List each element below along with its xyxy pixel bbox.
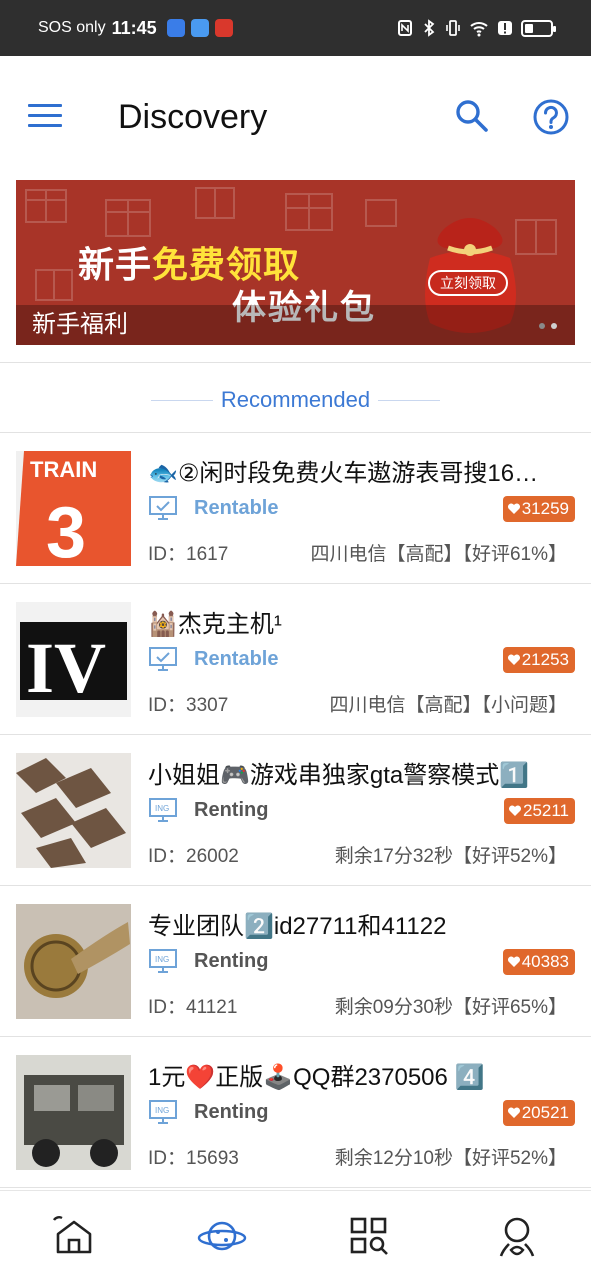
vibrate-icon bbox=[446, 20, 460, 36]
item-title: 🐟②闲时段免费火车遨游表哥搜16… bbox=[148, 460, 539, 487]
recommended-header: Recommended bbox=[0, 370, 591, 430]
page-title: Discovery bbox=[118, 98, 268, 136]
monitor-check-icon bbox=[149, 496, 177, 520]
item-title: 🕍杰克主机¹ bbox=[148, 611, 282, 638]
heart-icon bbox=[507, 654, 520, 665]
like-badge: 40383 bbox=[502, 949, 575, 975]
like-count: 31259 bbox=[521, 499, 569, 518]
promo-banner[interactable]: 新手免费领取 体验礼包 立刻领取 新手福利 bbox=[16, 180, 575, 345]
nav-home[interactable] bbox=[44, 1206, 104, 1266]
item-id: ID：1617 bbox=[148, 544, 229, 565]
item-title: 小姐姐🎮游戏串独家gta警察模式1️⃣ bbox=[148, 762, 530, 789]
status-bar: SOS only 11:45 bbox=[0, 0, 591, 56]
wifi-icon bbox=[470, 22, 488, 37]
grid-search-icon bbox=[351, 1217, 389, 1255]
status-label: Renting bbox=[194, 1101, 269, 1123]
host-list: TRAIN 3 🐟②闲时段免费火车遨游表哥搜16… Rentable 31259… bbox=[0, 433, 591, 1188]
nav-profile[interactable] bbox=[487, 1206, 547, 1266]
recommended-label: Recommended bbox=[220, 387, 371, 412]
banner-caption: 新手福利 bbox=[32, 311, 128, 338]
item-info: 剩余09分30秒【好评65%】 bbox=[334, 997, 567, 1018]
like-badge: 31259 bbox=[502, 496, 575, 522]
like-count: 21253 bbox=[521, 650, 569, 669]
thumbnail-truck bbox=[16, 1055, 131, 1170]
monitor-ing-icon: ING bbox=[149, 949, 177, 973]
like-count: 40383 bbox=[521, 952, 569, 971]
list-item[interactable]: 专业团队2️⃣id27711和41122 ING Renting 40383 I… bbox=[0, 886, 591, 1037]
carrier-text: SOS only bbox=[38, 19, 106, 36]
carousel-indicator bbox=[539, 323, 557, 329]
monitor-ing-icon: ING bbox=[149, 798, 177, 822]
home-icon bbox=[52, 1215, 92, 1253]
banner-prefix: 新手 bbox=[78, 244, 153, 285]
like-badge: 20521 bbox=[502, 1100, 575, 1126]
monitor-ing-icon: ING bbox=[149, 1100, 177, 1124]
nav-scan[interactable] bbox=[339, 1206, 399, 1266]
heart-icon bbox=[507, 956, 520, 967]
like-count: 20521 bbox=[521, 1103, 569, 1122]
planet-icon bbox=[197, 1221, 246, 1250]
list-item[interactable]: 1元❤️正版🕹️QQ群2370506 4️⃣ ING Renting 20521… bbox=[0, 1037, 591, 1188]
nfc-icon bbox=[398, 20, 412, 36]
item-title: 1元❤️正版🕹️QQ群2370506 4️⃣ bbox=[148, 1064, 485, 1091]
menu-icon bbox=[28, 104, 62, 107]
like-badge: 21253 bbox=[502, 647, 575, 673]
heart-icon bbox=[507, 1107, 520, 1118]
menu-button[interactable] bbox=[28, 104, 62, 132]
svg-text:ING: ING bbox=[155, 955, 169, 964]
app-bar: Discovery bbox=[0, 56, 591, 180]
list-item[interactable]: 小姐姐🎮游戏串独家gta警察模式1️⃣ ING Renting 25211 ID… bbox=[0, 735, 591, 886]
carousel-dot-active bbox=[539, 323, 545, 329]
banner-highlight: 免费领取 bbox=[152, 244, 301, 285]
item-id: ID：41121 bbox=[148, 997, 238, 1018]
thumbnail-gta-iv: IV bbox=[16, 602, 131, 717]
list-item[interactable]: TRAIN 3 🐟②闲时段免费火车遨游表哥搜16… Rentable 31259… bbox=[0, 433, 591, 584]
user-hands-icon bbox=[499, 1217, 535, 1256]
list-item[interactable]: IV 🕍杰克主机¹ Rentable 21253 ID：3307 四川电信【高配… bbox=[0, 584, 591, 735]
bluetooth-icon bbox=[424, 19, 435, 37]
svg-text:ING: ING bbox=[155, 1106, 169, 1115]
item-title: 专业团队2️⃣id27711和41122 bbox=[148, 913, 447, 940]
status-label: Renting bbox=[194, 950, 269, 972]
heart-icon bbox=[508, 805, 521, 816]
item-info: 剩余17分32秒【好评52%】 bbox=[334, 846, 567, 867]
help-icon[interactable] bbox=[532, 98, 570, 136]
thumbnail-coin-horn bbox=[16, 904, 131, 1019]
divider bbox=[0, 362, 591, 363]
thumbnail-texture bbox=[16, 753, 131, 868]
svg-text:IV: IV bbox=[26, 628, 106, 708]
item-info: 剩余12分10秒【好评52%】 bbox=[334, 1148, 567, 1169]
nav-discovery[interactable] bbox=[192, 1206, 252, 1266]
clock: 11:45 bbox=[111, 17, 157, 38]
status-label: Rentable bbox=[194, 648, 279, 670]
item-id: ID：3307 bbox=[148, 695, 229, 716]
svg-text:TRAIN: TRAIN bbox=[30, 457, 97, 482]
item-info: 四川电信【高配】【小问题】 bbox=[329, 695, 567, 716]
status-label: Renting bbox=[194, 799, 269, 821]
claim-button[interactable]: 立刻领取 bbox=[428, 270, 508, 296]
monitor-check-icon bbox=[149, 647, 177, 671]
battery-icon bbox=[521, 19, 556, 37]
shield-app-icon bbox=[166, 19, 185, 37]
mail-app-icon bbox=[190, 19, 209, 37]
like-count: 25211 bbox=[522, 801, 569, 820]
search-icon[interactable] bbox=[454, 98, 490, 134]
item-info: 四川电信【高配】【好评61%】 bbox=[310, 544, 567, 565]
item-id: ID：26002 bbox=[148, 846, 239, 867]
status-label: Rentable bbox=[194, 497, 279, 519]
svg-text:ING: ING bbox=[155, 804, 169, 813]
bottom-nav bbox=[0, 1190, 591, 1280]
alert-icon bbox=[498, 21, 512, 35]
carousel-dot bbox=[551, 323, 557, 329]
thumbnail-train-sim: TRAIN 3 bbox=[16, 451, 131, 566]
like-badge: 25211 bbox=[503, 798, 575, 824]
svg-text:3: 3 bbox=[46, 493, 86, 566]
red-app-icon bbox=[214, 19, 233, 37]
item-id: ID：15693 bbox=[148, 1148, 239, 1169]
heart-icon bbox=[507, 503, 520, 514]
